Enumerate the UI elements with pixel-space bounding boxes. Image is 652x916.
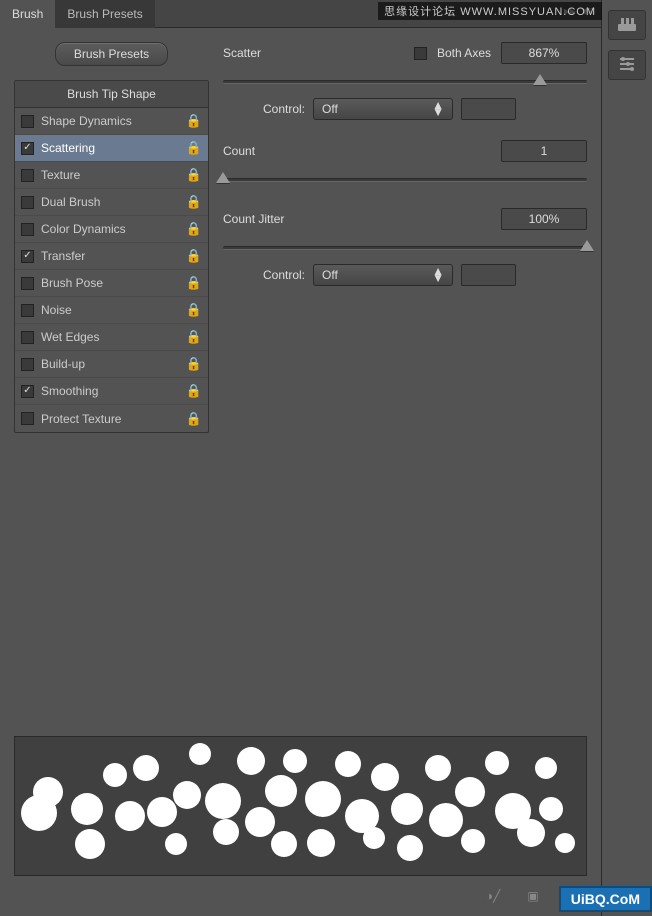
option-protect-texture[interactable]: Protect Texture 🔒 bbox=[15, 405, 208, 432]
option-label: Scattering bbox=[41, 141, 95, 155]
checkbox[interactable] bbox=[21, 277, 34, 290]
checkbox[interactable] bbox=[21, 169, 34, 182]
lock-icon[interactable]: 🔒 bbox=[186, 329, 202, 345]
scatter-value[interactable]: 867% bbox=[501, 42, 587, 64]
scatter-control-dropdown[interactable]: Off ▲▼ bbox=[313, 98, 453, 120]
scatter-control-value: Off bbox=[322, 102, 338, 116]
brush-options-list: Brush Tip Shape Shape Dynamics🔒Scatterin… bbox=[14, 80, 209, 433]
watermark-logo: UiBQ.CoM bbox=[559, 886, 652, 912]
lock-icon[interactable]: 🔒 bbox=[186, 221, 202, 237]
count-jitter-label: Count Jitter bbox=[223, 212, 491, 226]
tab-brush-presets[interactable]: Brush Presets bbox=[55, 0, 154, 28]
count-slider[interactable] bbox=[223, 170, 587, 188]
option-noise[interactable]: Noise 🔒 bbox=[15, 297, 208, 324]
option-dual-brush[interactable]: Dual Brush 🔒 bbox=[15, 189, 208, 216]
option-label: Smoothing bbox=[41, 384, 98, 398]
scatter-control-label: Control: bbox=[263, 102, 305, 116]
option-label: Texture bbox=[41, 168, 80, 182]
option-label: Shape Dynamics bbox=[41, 114, 132, 128]
count-label: Count bbox=[223, 144, 491, 158]
chevron-updown-icon: ▲▼ bbox=[432, 102, 444, 116]
option-label: Dual Brush bbox=[41, 195, 100, 209]
count-value[interactable]: 1 bbox=[501, 140, 587, 162]
lock-icon[interactable]: 🔒 bbox=[186, 411, 202, 427]
count-jitter-slider[interactable] bbox=[223, 238, 587, 256]
option-label: Noise bbox=[41, 303, 72, 317]
checkbox[interactable] bbox=[21, 250, 34, 263]
lock-icon[interactable]: 🔒 bbox=[186, 167, 202, 183]
both-axes-checkbox[interactable] bbox=[414, 47, 427, 60]
chevron-updown-icon: ▲▼ bbox=[432, 268, 444, 282]
checkbox[interactable] bbox=[21, 358, 34, 371]
jitter-control-dropdown[interactable]: Off ▲▼ bbox=[313, 264, 453, 286]
checkbox[interactable] bbox=[21, 223, 34, 236]
checkbox[interactable] bbox=[21, 115, 34, 128]
option-label: Color Dynamics bbox=[41, 222, 126, 236]
option-texture[interactable]: Texture 🔒 bbox=[15, 162, 208, 189]
jitter-control-value: Off bbox=[322, 268, 338, 282]
option-shape-dynamics[interactable]: Shape Dynamics 🔒 bbox=[15, 108, 208, 135]
option-label: Protect Texture bbox=[41, 412, 121, 426]
option-label: Transfer bbox=[41, 249, 85, 263]
option-label: Wet Edges bbox=[41, 330, 99, 344]
option-brush-pose[interactable]: Brush Pose 🔒 bbox=[15, 270, 208, 297]
option-wet-edges[interactable]: Wet Edges 🔒 bbox=[15, 324, 208, 351]
lock-icon[interactable]: 🔒 bbox=[186, 275, 202, 291]
option-color-dynamics[interactable]: Color Dynamics 🔒 bbox=[15, 216, 208, 243]
option-build-up[interactable]: Build-up 🔒 bbox=[15, 351, 208, 378]
brush-presets-button[interactable]: Brush Presets bbox=[55, 42, 168, 66]
lock-icon[interactable]: 🔒 bbox=[186, 383, 202, 399]
watermark-text: 思缘设计论坛 WWW.MISSYUAN.COM bbox=[378, 2, 602, 20]
checkbox[interactable] bbox=[21, 412, 34, 425]
brushes-panel-icon[interactable] bbox=[608, 50, 646, 80]
checkbox[interactable] bbox=[21, 304, 34, 317]
option-label: Brush Pose bbox=[41, 276, 103, 290]
new-preset-icon[interactable]: ▣ bbox=[519, 886, 547, 906]
lock-icon[interactable]: 🔒 bbox=[186, 248, 202, 264]
brush-presets-panel-icon[interactable] bbox=[608, 10, 646, 40]
lock-icon[interactable]: 🔒 bbox=[186, 356, 202, 372]
lock-icon[interactable]: 🔒 bbox=[186, 113, 202, 129]
lock-icon[interactable]: 🔒 bbox=[186, 194, 202, 210]
checkbox[interactable] bbox=[21, 196, 34, 209]
checkbox[interactable] bbox=[21, 331, 34, 344]
lock-icon[interactable]: 🔒 bbox=[186, 302, 202, 318]
option-label: Build-up bbox=[41, 357, 85, 371]
checkbox[interactable] bbox=[21, 142, 34, 155]
jitter-control-extra bbox=[461, 264, 516, 286]
count-jitter-value[interactable]: 100% bbox=[501, 208, 587, 230]
lock-icon[interactable]: 🔒 bbox=[186, 140, 202, 156]
toggle-preview-icon[interactable]: ◑╱ bbox=[479, 886, 507, 906]
brush-preview bbox=[14, 736, 587, 876]
brush-tip-shape-header[interactable]: Brush Tip Shape bbox=[15, 81, 208, 108]
option-scattering[interactable]: Scattering 🔒 bbox=[15, 135, 208, 162]
scatter-slider[interactable] bbox=[223, 72, 587, 90]
checkbox[interactable] bbox=[21, 385, 34, 398]
scatter-label: Scatter bbox=[223, 46, 404, 60]
both-axes-label: Both Axes bbox=[437, 46, 491, 60]
scatter-control-extra bbox=[461, 98, 516, 120]
option-smoothing[interactable]: Smoothing 🔒 bbox=[15, 378, 208, 405]
tab-brush[interactable]: Brush bbox=[0, 0, 55, 28]
jitter-control-label: Control: bbox=[263, 268, 305, 282]
option-transfer[interactable]: Transfer 🔒 bbox=[15, 243, 208, 270]
